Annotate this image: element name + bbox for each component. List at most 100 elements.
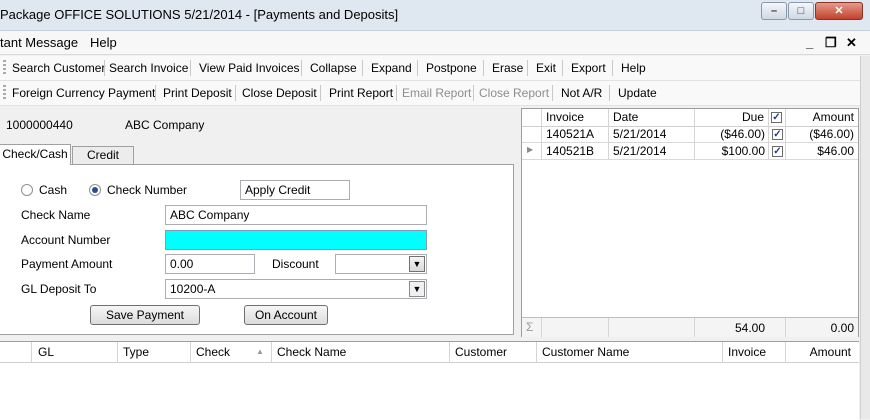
column-divider (190, 342, 191, 362)
minimize-button[interactable]: – (761, 2, 787, 20)
toolbar-separator (320, 85, 321, 101)
collapse-button[interactable]: Collapse (310, 61, 357, 75)
tab-credit-card[interactable]: Credit Card (72, 146, 134, 178)
menu-instant-message[interactable]: tant Message (0, 35, 78, 50)
column-divider (271, 342, 272, 362)
toolbar-separator (396, 85, 397, 101)
view-paid-invoices-button[interactable]: View Paid Invoices (199, 61, 300, 75)
invoice-date: 5/21/2014 (613, 127, 667, 141)
close-deposit-button[interactable]: Close Deposit (242, 86, 317, 100)
menu-help[interactable]: Help (90, 35, 117, 50)
not-ar-button[interactable]: Not A/R (561, 86, 602, 100)
export-button[interactable]: Export (571, 61, 606, 75)
gl-deposit-select[interactable]: 10200-A ▼ (165, 279, 427, 299)
check-number-input[interactable]: Apply Credit (240, 180, 350, 200)
postpone-button[interactable]: Postpone (426, 61, 477, 75)
toolbar-separator (483, 60, 484, 76)
row-header[interactable] (522, 126, 542, 142)
invoice-select-checkbox[interactable]: ✓ (772, 146, 783, 157)
row-header[interactable]: ▶ (522, 143, 542, 159)
chevron-down-icon[interactable]: ▼ (409, 256, 425, 272)
toolbar-separator (552, 85, 553, 101)
account-number-input[interactable] (165, 230, 427, 250)
customer-name: ABC Company (125, 118, 205, 132)
toolbar-grip[interactable] (3, 60, 6, 76)
search-invoice-button[interactable]: Search Invoice (109, 61, 188, 75)
chevron-down-icon[interactable]: ▼ (409, 281, 425, 297)
payment-amount-label: Payment Amount (21, 257, 113, 271)
toolbar-separator (417, 60, 418, 76)
help-button[interactable]: Help (621, 61, 646, 75)
check-cash-panel: Cash Check Number Apply Credit Check Nam… (0, 164, 514, 335)
header-select-all: ✓ (769, 109, 786, 126)
foreign-currency-payment-button[interactable]: Foreign Currency Payment (12, 86, 155, 100)
header-check-name[interactable]: Check Name (277, 345, 346, 359)
header-customer[interactable]: Customer (455, 345, 507, 359)
header-amount[interactable]: Amount (786, 345, 851, 359)
table-row[interactable]: 140521A 5/21/2014 ($46.00) ✓ ($46.00) (522, 126, 858, 143)
print-deposit-button[interactable]: Print Deposit (163, 86, 232, 100)
email-report-button[interactable]: Email Report (402, 86, 471, 100)
invoice-grid-header: Invoice Date Due ✓ Amount (522, 109, 858, 127)
header-amount[interactable]: Amount (786, 109, 858, 126)
check-number-radio[interactable] (89, 184, 101, 196)
header-customer-name[interactable]: Customer Name (542, 345, 629, 359)
tab-check-cash[interactable]: Check/Cash (0, 144, 71, 165)
header-due[interactable]: Due (695, 109, 769, 126)
maximize-icon: □ (797, 5, 805, 17)
invoice-number: 140521B (546, 144, 595, 158)
minimize-icon: – (770, 5, 778, 17)
mdi-minimize-icon[interactable]: _ (806, 35, 813, 50)
toolbar-separator (527, 60, 528, 76)
toolbar-grip[interactable] (3, 85, 6, 101)
toolbar-separator (473, 85, 474, 101)
expand-button[interactable]: Expand (371, 61, 412, 75)
save-payment-button[interactable]: Save Payment (90, 305, 200, 325)
close-report-button[interactable]: Close Report (479, 86, 549, 100)
invoice-due: ($46.00) (720, 127, 765, 141)
table-row[interactable]: ▶ 140521B 5/21/2014 $100.00 ✓ $46.00 (522, 143, 858, 160)
maximize-button[interactable]: □ (788, 2, 814, 20)
column-divider (608, 126, 609, 159)
erase-button[interactable]: Erase (492, 61, 523, 75)
header-invoice[interactable]: Invoice (728, 345, 766, 359)
column-divider (694, 126, 695, 159)
mdi-close-icon[interactable]: ✕ (846, 35, 857, 51)
invoice-grid-footer: Σ 54.00 0.00 (522, 317, 858, 337)
invoice-grid: Invoice Date Due ✓ Amount 140521A 5/21/2… (521, 108, 859, 337)
gl-deposit-label: GL Deposit To (21, 282, 97, 296)
toolbar-separator (155, 85, 156, 101)
header-type[interactable]: Type (123, 345, 149, 359)
invoice-date: 5/21/2014 (613, 144, 667, 158)
update-button[interactable]: Update (618, 86, 657, 100)
main-toolbar: Search Customer Search Invoice View Paid… (0, 56, 862, 81)
deposit-grid-header: GL Type Check ▲ Check Name Customer Cust… (0, 342, 859, 363)
customer-id: 1000000440 (6, 118, 73, 132)
cash-radio[interactable] (21, 184, 33, 196)
discount-select[interactable]: ▼ (335, 254, 427, 274)
invoice-due: $100.00 (721, 144, 765, 158)
discount-label: Discount (272, 257, 319, 271)
payment-amount-input[interactable]: 0.00 (165, 254, 255, 274)
print-report-button[interactable]: Print Report (329, 86, 393, 100)
toolbar-separator (190, 60, 191, 76)
close-button[interactable]: ✕ (815, 2, 863, 20)
deposit-toolbar: Foreign Currency Payment Print Deposit C… (0, 81, 862, 106)
window-title: Package OFFICE SOLUTIONS 5/21/2014 - [Pa… (0, 7, 399, 22)
mdi-restore-icon[interactable]: ❐ (825, 35, 837, 51)
invoice-select-checkbox[interactable]: ✓ (772, 129, 783, 140)
check-name-input[interactable]: ABC Company (165, 205, 427, 225)
gl-deposit-value: 10200-A (170, 282, 216, 296)
header-gl[interactable]: GL (38, 345, 54, 359)
header-date[interactable]: Date (609, 109, 695, 126)
header-invoice[interactable]: Invoice (542, 109, 609, 126)
select-all-checkbox[interactable]: ✓ (771, 112, 782, 123)
invoice-amount: ($46.00) (809, 127, 854, 141)
header-check[interactable]: Check (196, 345, 230, 359)
deposit-grid: GL Type Check ▲ Check Name Customer Cust… (0, 341, 859, 420)
on-account-button[interactable]: On Account (244, 305, 328, 325)
exit-button[interactable]: Exit (536, 61, 556, 75)
search-customer-button[interactable]: Search Customer (12, 61, 105, 75)
title-bar: Package OFFICE SOLUTIONS 5/21/2014 - [Pa… (0, 0, 870, 31)
cash-label: Cash (39, 183, 68, 197)
